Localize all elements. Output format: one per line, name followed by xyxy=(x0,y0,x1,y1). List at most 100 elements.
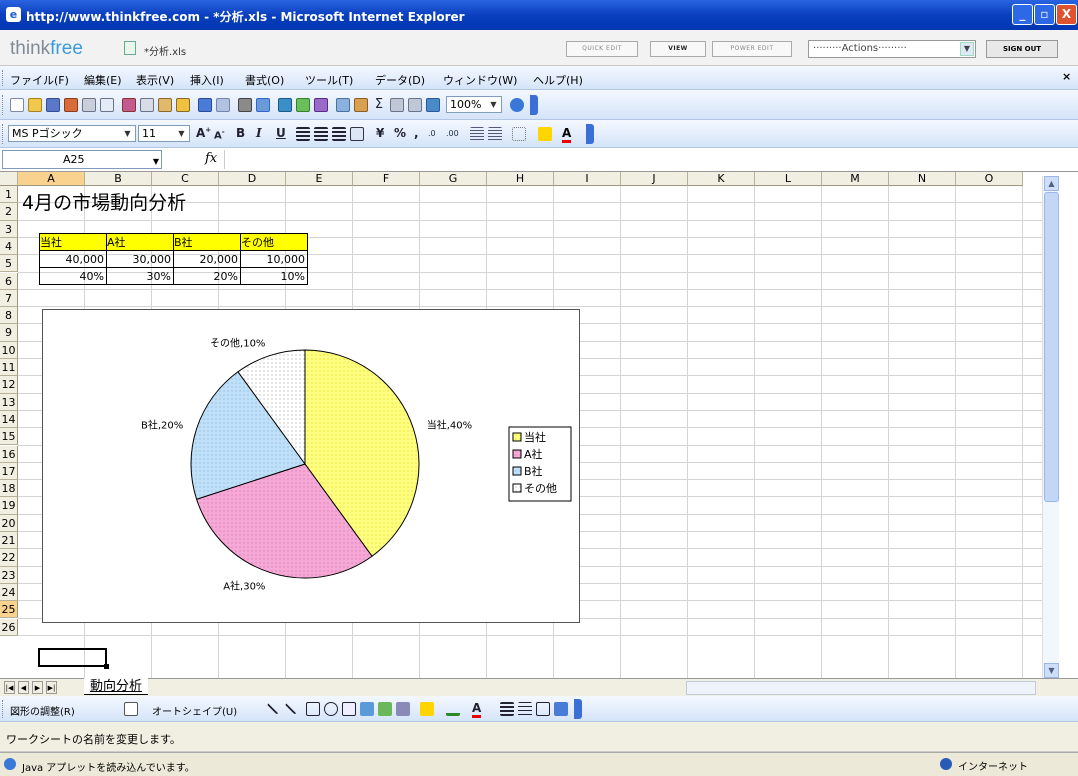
save-icon[interactable] xyxy=(46,98,60,112)
row-header[interactable]: 20 xyxy=(0,514,18,532)
percent-button[interactable]: % xyxy=(394,126,406,140)
select-objects-icon[interactable] xyxy=(124,702,138,716)
row-header[interactable]: 7 xyxy=(0,289,18,308)
row-header[interactable]: 16 xyxy=(0,445,18,463)
quick-edit-button[interactable]: QUICK EDIT xyxy=(566,41,638,57)
header-cell-company-b[interactable]: B社 xyxy=(173,233,241,251)
row-header[interactable]: 1 xyxy=(0,186,18,204)
column-header[interactable]: A xyxy=(18,172,85,186)
row-header[interactable]: 8 xyxy=(0,307,18,325)
menu-data[interactable]: データ(D) xyxy=(375,72,425,88)
close-button[interactable]: X xyxy=(1056,4,1077,25)
chart-wizard-icon[interactable] xyxy=(426,98,440,112)
column-header[interactable]: L xyxy=(755,172,822,186)
minimize-button[interactable]: _ xyxy=(1012,4,1033,25)
paste-icon[interactable] xyxy=(158,98,172,112)
column-header[interactable]: C xyxy=(152,172,219,186)
row-header[interactable]: 10 xyxy=(0,341,18,359)
pie-chart[interactable]: 当社,40% A社,30% B社,20% その他,10% 当社 A社 B社 その他 xyxy=(42,309,580,623)
menu-format[interactable]: 書式(O) xyxy=(245,72,284,88)
decrease-indent-icon[interactable] xyxy=(470,127,484,141)
column-header[interactable]: O xyxy=(956,172,1023,186)
last-sheet-icon[interactable]: ▶| xyxy=(46,681,57,694)
select-all-corner[interactable] xyxy=(0,172,18,186)
research-icon[interactable] xyxy=(314,98,328,112)
format-painter-icon[interactable] xyxy=(176,98,190,112)
vertical-scrollbar[interactable]: ▲ ▼ xyxy=(1042,176,1059,678)
header-cell-ourcompany[interactable]: 当社 xyxy=(39,233,107,251)
scroll-up-icon[interactable]: ▲ xyxy=(1044,176,1059,191)
table-icon[interactable] xyxy=(354,98,368,112)
align-right-icon[interactable] xyxy=(332,127,346,141)
align-center-icon[interactable] xyxy=(314,127,328,141)
column-header[interactable]: B xyxy=(85,172,152,186)
percent-cell[interactable]: 30% xyxy=(106,267,174,285)
sign-out-button[interactable]: SIGN OUT xyxy=(986,40,1058,58)
undo-icon[interactable] xyxy=(198,98,212,112)
toolbar-options-icon[interactable] xyxy=(586,124,594,144)
replace-icon[interactable] xyxy=(256,98,270,112)
view-button[interactable]: VIEW xyxy=(650,41,706,57)
textbox-icon[interactable] xyxy=(342,702,356,716)
percent-cell[interactable]: 10% xyxy=(240,267,308,285)
fill-color-icon[interactable] xyxy=(538,127,552,141)
scroll-down-icon[interactable]: ▼ xyxy=(1044,663,1059,678)
print-icon[interactable] xyxy=(82,98,96,112)
print-preview-icon[interactable] xyxy=(100,98,114,112)
hyperlink-icon[interactable] xyxy=(278,98,292,112)
menu-edit[interactable]: 編集(E) xyxy=(84,72,122,88)
row-header[interactable]: 23 xyxy=(0,566,18,584)
maximize-button[interactable]: ▫ xyxy=(1034,4,1055,25)
row-header[interactable]: 25 xyxy=(0,601,18,619)
wordart-icon[interactable] xyxy=(360,702,374,716)
row-header[interactable]: 5 xyxy=(0,255,18,273)
column-header[interactable]: K xyxy=(688,172,755,186)
sort-ascending-icon[interactable] xyxy=(390,98,404,112)
unlink-icon[interactable] xyxy=(296,98,310,112)
new-icon[interactable] xyxy=(10,98,24,112)
column-header[interactable]: G xyxy=(420,172,487,186)
menu-help[interactable]: ヘルプ(H) xyxy=(533,72,583,88)
help-icon[interactable] xyxy=(510,98,524,112)
copy-icon[interactable] xyxy=(140,98,154,112)
row-header[interactable]: 14 xyxy=(0,410,18,429)
arrow-icon[interactable] xyxy=(284,698,302,715)
menu-insert[interactable]: 挿入(I) xyxy=(190,72,224,88)
worksheet-grid[interactable]: ABCDEFGHIJKLMNO 1 2 3 4 5 6 7 8 9 10 11 12 13 14 15 16 1… xyxy=(0,172,1078,678)
row-header[interactable]: 15 xyxy=(0,428,18,446)
font-size-select[interactable]: 11 ▼ xyxy=(138,125,190,142)
insert-icon[interactable] xyxy=(336,98,350,112)
row-header[interactable]: 3 xyxy=(0,220,18,238)
cut-icon[interactable] xyxy=(122,98,136,112)
clipart-icon[interactable] xyxy=(378,702,392,716)
prev-sheet-icon[interactable]: ◀ xyxy=(18,681,29,694)
column-header[interactable]: E xyxy=(286,172,353,186)
power-edit-button[interactable]: POWER EDIT xyxy=(712,41,792,57)
row-header[interactable]: 24 xyxy=(0,583,18,602)
fill-handle[interactable] xyxy=(104,664,109,669)
merge-center-icon[interactable] xyxy=(350,127,364,141)
rectangle-icon[interactable] xyxy=(306,702,320,716)
menu-tools[interactable]: ツール(T) xyxy=(305,72,353,88)
row-header[interactable]: 22 xyxy=(0,549,18,567)
menu-window[interactable]: ウィンドウ(W) xyxy=(443,72,517,88)
active-cell-a25[interactable] xyxy=(38,648,109,669)
row-header[interactable]: 13 xyxy=(0,393,18,411)
column-header[interactable]: D xyxy=(219,172,286,186)
arrow-style-icon[interactable] xyxy=(536,702,550,716)
toolbar-options-icon[interactable] xyxy=(530,95,538,115)
increase-indent-icon[interactable] xyxy=(488,127,502,141)
row-header[interactable]: 2 xyxy=(0,203,18,221)
shrink-font-icon[interactable]: A- xyxy=(214,128,225,141)
grow-font-icon[interactable]: A+ xyxy=(196,126,211,140)
menu-file[interactable]: ファイル(F) xyxy=(10,72,69,88)
actions-select[interactable]: ·········Actions········· ▼ xyxy=(808,40,976,58)
row-header[interactable]: 26 xyxy=(0,618,18,636)
picture-icon[interactable] xyxy=(396,702,410,716)
comma-button[interactable]: , xyxy=(414,126,419,140)
bold-button[interactable]: B xyxy=(236,126,245,140)
underline-button[interactable]: U xyxy=(276,126,286,140)
column-header[interactable]: M xyxy=(822,172,889,186)
value-cell[interactable]: 40,000 xyxy=(39,250,107,268)
sheet-title[interactable]: 4月の市場動向分析 xyxy=(22,188,186,215)
